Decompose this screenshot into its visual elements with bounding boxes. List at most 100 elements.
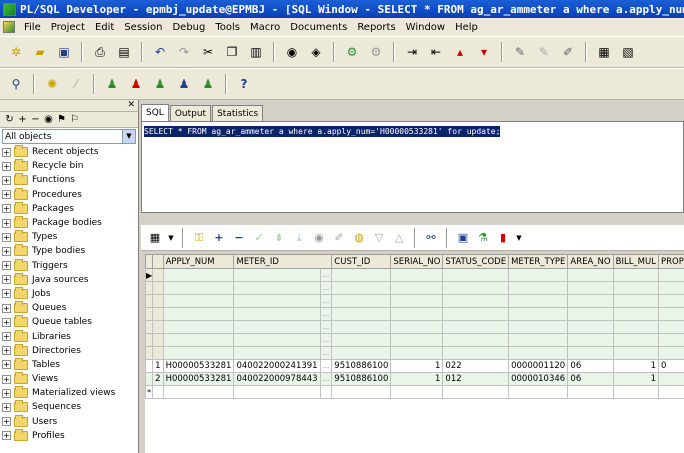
export-icon[interactable]: ⚗ — [475, 230, 491, 246]
object-filter-select[interactable]: All objects ▼ — [2, 129, 136, 144]
chevron-down-icon[interactable]: ▼ — [167, 230, 175, 246]
expand-icon[interactable]: + — [2, 289, 11, 299]
commit-icon[interactable]: ✺ — [43, 75, 61, 93]
cell-cust-id[interactable]: 9510886100 — [331, 372, 392, 386]
connect-grid-icon[interactable]: ⚯ — [423, 230, 439, 246]
table-cell[interactable] — [567, 307, 614, 321]
table-cell[interactable] — [567, 385, 614, 399]
new-icon[interactable]: ✲ — [7, 43, 25, 61]
menu-file[interactable]: File — [19, 22, 46, 33]
query-by-example-icon[interactable]: ◍ — [351, 230, 367, 246]
table-cell[interactable] — [612, 281, 659, 295]
table-cell[interactable] — [657, 307, 684, 321]
remove-icon[interactable]: − — [29, 114, 42, 125]
rollback-icon[interactable]: ⁄ — [67, 75, 85, 93]
table-row-new[interactable]: * — [145, 385, 684, 399]
table-cell[interactable] — [162, 281, 235, 295]
menu-session[interactable]: Session — [119, 22, 167, 33]
expand-icon[interactable]: + — [2, 275, 11, 285]
table-cell[interactable] — [508, 281, 569, 295]
uncomment-icon[interactable]: ✎ — [535, 43, 553, 61]
table-cell[interactable] — [390, 281, 444, 295]
tree-item-materialized-views[interactable]: + Materialized views — [0, 386, 138, 400]
table-cell[interactable] — [162, 320, 235, 334]
tree-item-type-bodies[interactable]: + Type bodies — [0, 244, 138, 258]
table-cell[interactable] — [657, 385, 684, 399]
user-icon[interactable]: ♟ — [103, 75, 121, 93]
cell-area-no[interactable]: 06 — [567, 372, 614, 386]
table-cell[interactable] — [612, 333, 659, 347]
table-cell[interactable] — [390, 294, 444, 308]
table-row-empty[interactable]: ▶ ... — [145, 268, 684, 282]
refresh-icon[interactable]: ↻ — [3, 114, 16, 125]
table-cell[interactable] — [233, 268, 321, 282]
table-row-empty[interactable]: ... — [145, 333, 684, 347]
table-cell[interactable] — [233, 333, 321, 347]
replace-icon[interactable]: ◈ — [307, 43, 325, 61]
column-header-serial-no[interactable]: SERIAL_NO — [390, 254, 444, 269]
column-header-area-no[interactable]: AREA_NO — [567, 254, 614, 269]
table-cell[interactable] — [442, 307, 510, 321]
cell-editor-button[interactable]: ... — [319, 294, 333, 308]
table-row-empty[interactable]: ... — [145, 320, 684, 334]
chevron-down-icon[interactable]: ▼ — [515, 230, 523, 246]
delete-record-icon[interactable]: − — [231, 230, 247, 246]
table-row[interactable]: 2 H00000533281 040022000978443 ... 95108… — [145, 372, 684, 386]
column-header-meter-id[interactable]: METER_ID — [233, 254, 333, 269]
tree-item-views[interactable]: + Views — [0, 372, 138, 386]
cell-meter-type[interactable]: 0000001120 — [508, 359, 569, 373]
fetch-next-icon[interactable]: ⇟ — [271, 230, 287, 246]
cell-editor-button[interactable]: ... — [319, 320, 333, 334]
table-row-empty[interactable]: ... — [145, 281, 684, 295]
table-cell[interactable] — [390, 268, 444, 282]
table-cell[interactable] — [612, 268, 659, 282]
table-row-empty[interactable]: ... — [145, 346, 684, 360]
table-cell[interactable] — [508, 333, 569, 347]
table-cell[interactable] — [612, 307, 659, 321]
table-cell[interactable] — [162, 385, 235, 399]
table-row-empty[interactable]: ... — [145, 307, 684, 321]
table-cell[interactable] — [331, 333, 392, 347]
tree-item-libraries[interactable]: + Libraries — [0, 329, 138, 343]
cascade-icon[interactable]: ▧ — [619, 43, 637, 61]
tree-item-directories[interactable]: + Directories — [0, 343, 138, 358]
find-icon[interactable]: ◉ — [42, 114, 55, 125]
save-icon[interactable]: ▣ — [55, 43, 73, 61]
cell-apply-num[interactable]: H00000533281 — [162, 359, 235, 373]
user-role-icon[interactable]: ♟ — [127, 75, 145, 93]
expand-icon[interactable]: + — [2, 431, 11, 441]
table-cell[interactable] — [442, 268, 510, 282]
user-plus-icon[interactable]: ♟ — [175, 75, 193, 93]
table-cell[interactable] — [657, 294, 684, 308]
cell-propert[interactable] — [657, 372, 684, 386]
menu-debug[interactable]: Debug — [167, 22, 210, 33]
close-icon[interactable]: ✕ — [127, 100, 135, 110]
menu-window[interactable]: Window — [401, 22, 450, 33]
save-icon[interactable]: ▣ — [455, 230, 471, 246]
tree-item-tables[interactable]: + Tables — [0, 357, 138, 372]
expand-icon[interactable]: + — [2, 161, 11, 171]
tree-item-jobs[interactable]: + Jobs — [0, 286, 138, 301]
help-icon[interactable]: ? — [235, 75, 253, 93]
cell-area-no[interactable]: 06 — [567, 359, 614, 373]
table-cell[interactable] — [331, 268, 392, 282]
table-cell[interactable] — [162, 333, 235, 347]
tree-item-triggers[interactable]: + Triggers — [0, 258, 138, 273]
table-cell[interactable] — [657, 268, 684, 282]
tab-statistics[interactable]: Statistics — [212, 105, 264, 121]
table-cell[interactable] — [612, 385, 659, 399]
expand-icon[interactable]: + — [2, 388, 11, 398]
indent-icon[interactable]: ⇥ — [403, 43, 421, 61]
sql-editor[interactable]: SELECT * FROM ag_ar_ammeter a where a.ap… — [141, 121, 684, 213]
menu-help[interactable]: Help — [450, 22, 483, 33]
tree-item-recent-objects[interactable]: + Recent objects — [0, 145, 138, 159]
expand-icon[interactable]: + — [2, 204, 11, 214]
table-cell[interactable] — [442, 385, 510, 399]
tree-item-profiles[interactable]: + Profiles — [0, 428, 138, 443]
cell-meter-type[interactable]: 0000010346 — [508, 372, 569, 386]
menu-documents[interactable]: Documents — [285, 22, 352, 33]
unindent-icon[interactable]: ⇤ — [427, 43, 445, 61]
expand-icon[interactable]: + — [2, 332, 11, 342]
expand-icon[interactable]: + — [2, 232, 11, 242]
table-cell[interactable] — [233, 294, 321, 308]
